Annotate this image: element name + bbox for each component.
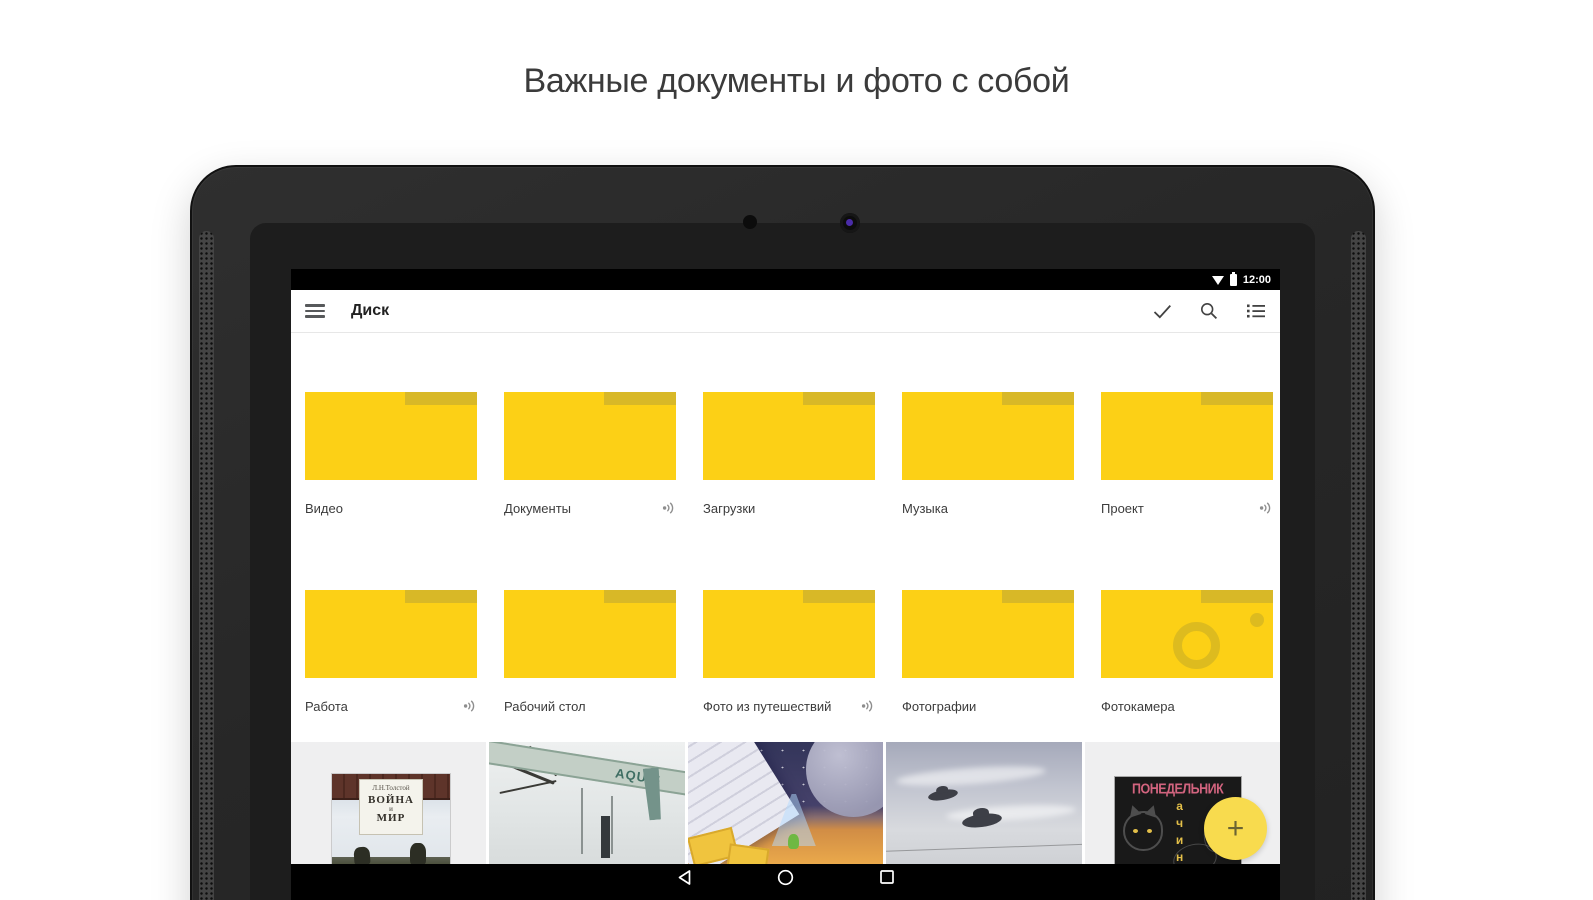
folder-cell: Проект [1101, 392, 1273, 516]
folder-cell: Фото из путешествий [703, 590, 875, 714]
camera-flash-icon [1250, 613, 1264, 627]
folder-grid: Видео Документы Загрузки Музыка Проект Р… [291, 334, 1273, 714]
status-bar: 12:00 [291, 269, 1280, 290]
light-sensor-dot [743, 215, 757, 229]
select-done-icon[interactable] [1152, 301, 1172, 321]
tablet-frame: 12:00 Диск Видео Документы Загрузки Музы… [190, 165, 1375, 900]
folder-cell: Загрузки [703, 392, 875, 516]
folder-cell: Фотографии [902, 590, 1074, 714]
folder-label: Рабочий стол [504, 698, 586, 714]
offline-icon [662, 501, 676, 515]
add-fab-button[interactable]: + [1204, 797, 1267, 860]
folder-cell: Рабочий стол [504, 590, 676, 714]
battery-icon [1229, 271, 1237, 286]
tablet-screen: 12:00 Диск Видео Документы Загрузки Музы… [291, 269, 1280, 900]
folder-project[interactable] [1101, 392, 1273, 480]
app-toolbar: Диск [291, 290, 1280, 333]
folder-cell: Фотокамера [1101, 590, 1273, 714]
folder-label: Работа [305, 698, 348, 714]
folder-cell: Видео [305, 392, 477, 516]
recents-icon[interactable] [878, 868, 896, 886]
alien-shape [787, 834, 799, 849]
page: Важные документы и фото с собой 12:00 Ди… [0, 0, 1593, 900]
file-thumbnails-row: Л.Н.Толстой ВОЙНА и МИР AQUIS ПОНЕДЕЛЬНИ… [291, 742, 1280, 864]
folder-desktop[interactable] [504, 590, 676, 678]
folder-downloads[interactable] [703, 392, 875, 480]
folder-photos[interactable] [902, 590, 1074, 678]
speaker-grille-left [199, 231, 214, 900]
folder-label: Фото из путешествий [703, 698, 832, 714]
status-time: 12:00 [1242, 273, 1271, 286]
folder-music[interactable] [902, 392, 1074, 480]
back-icon[interactable] [676, 868, 694, 886]
wifi-icon [1211, 275, 1224, 285]
book-title-3: МИР [376, 812, 406, 824]
folder-label: Загрузки [703, 500, 756, 516]
folder-label: Видео [305, 500, 343, 516]
folder-label: Фотографии [902, 698, 977, 714]
search-icon[interactable] [1199, 301, 1219, 321]
hamburger-menu-icon[interactable] [305, 304, 325, 318]
folder-documents[interactable] [504, 392, 676, 480]
thumbnail-cartoon-ufo[interactable] [687, 742, 884, 864]
app-title: Диск [351, 302, 390, 319]
folder-camera[interactable] [1101, 590, 1273, 678]
folder-label: Музыка [902, 500, 948, 516]
view-list-icon[interactable] [1246, 301, 1266, 321]
folder-cell: Документы [504, 392, 676, 516]
folder-video[interactable] [305, 392, 477, 480]
offline-icon [463, 699, 477, 713]
page-title: Важные документы и фото с собой [523, 62, 1070, 100]
thumbnail-pier-photo[interactable]: AQUIS [489, 742, 685, 864]
offline-icon [861, 699, 875, 713]
book-author: Л.Н.Толстой [372, 784, 410, 792]
folder-label: Проект [1101, 500, 1144, 516]
book-cover: Л.Н.Толстой ВОЙНА и МИР [332, 774, 450, 864]
thumbnail-flying-saucers-photo[interactable] [886, 742, 1082, 864]
android-nav-bar [291, 864, 1280, 900]
saucer-shape [927, 787, 959, 803]
speaker-grille-right [1351, 231, 1366, 900]
folder-travel-photos[interactable] [703, 590, 875, 678]
folder-work[interactable] [305, 590, 477, 678]
offline-icon [1259, 501, 1273, 515]
folder-cell: Музыка [902, 392, 1074, 516]
folder-label: Фотокамера [1101, 698, 1175, 714]
home-icon[interactable] [777, 868, 795, 886]
thumbnail-book-war-and-peace[interactable]: Л.Н.Толстой ВОЙНА и МИР [291, 742, 487, 864]
camera-lens-icon [1173, 622, 1220, 669]
folder-label: Документы [504, 500, 572, 516]
front-camera-icon [840, 213, 860, 233]
folder-cell: Работа [305, 590, 477, 714]
poster-title: ПОНЕДЕЛЬНИК [1132, 780, 1224, 798]
